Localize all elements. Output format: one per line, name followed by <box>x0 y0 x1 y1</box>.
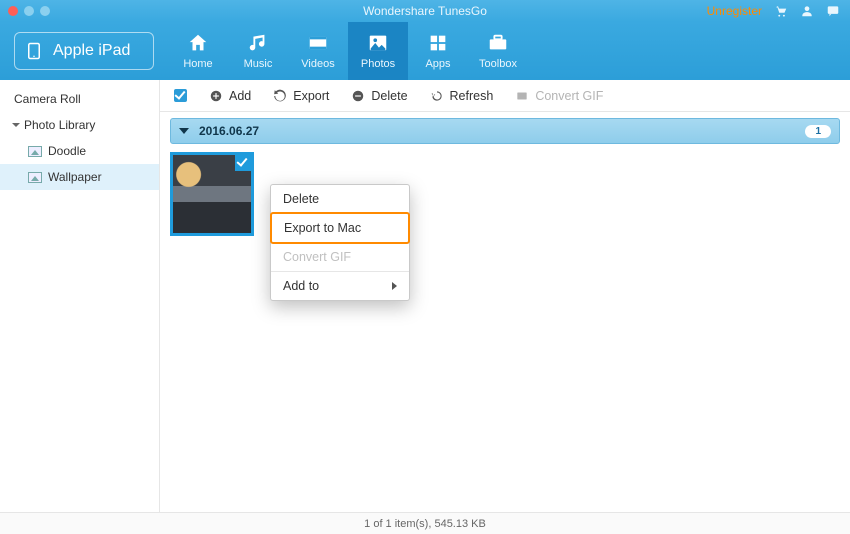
maximize-icon[interactable] <box>40 6 50 16</box>
export-button[interactable]: Export <box>273 89 329 103</box>
main-panel: Add Export Delete Refresh Convert GIF 20… <box>160 80 850 512</box>
refresh-button[interactable]: Refresh <box>430 89 494 103</box>
add-button[interactable]: Add <box>209 89 251 103</box>
sidebar-item-label: Photo Library <box>24 118 95 132</box>
sidebar-item-wallpaper[interactable]: Wallpaper <box>0 164 159 190</box>
select-all-checkbox[interactable] <box>174 89 187 102</box>
tab-toolbox[interactable]: Toolbox <box>468 22 528 80</box>
tab-apps[interactable]: Apps <box>408 22 468 80</box>
chevron-right-icon <box>392 282 397 290</box>
sidebar: Camera Roll Photo Library Doodle Wallpap… <box>0 80 160 512</box>
menu-label: Delete <box>283 192 319 206</box>
menu-export-to-mac[interactable]: Export to Mac <box>270 212 410 244</box>
user-icon[interactable] <box>800 4 814 18</box>
tab-music[interactable]: Music <box>228 22 288 80</box>
menu-add-to[interactable]: Add to <box>271 272 409 300</box>
close-icon[interactable] <box>8 6 18 16</box>
menu-convert-gif: Convert GIF <box>271 243 409 271</box>
sidebar-item-label: Camera Roll <box>14 92 81 106</box>
delete-button[interactable]: Delete <box>351 89 407 103</box>
chevron-down-icon <box>179 128 189 134</box>
tab-label: Toolbox <box>479 58 517 70</box>
refresh-icon <box>430 89 444 103</box>
app-title: Wondershare TunesGo <box>363 4 487 18</box>
group-count-badge: 1 <box>805 125 831 138</box>
tab-label: Photos <box>361 58 395 70</box>
tab-videos[interactable]: Videos <box>288 22 348 80</box>
main-tabs: Home Music Videos Photos Apps Toolbox <box>168 22 528 80</box>
tab-label: Home <box>183 58 212 70</box>
convert-gif-button: Convert GIF <box>515 89 603 103</box>
menu-delete[interactable]: Delete <box>271 185 409 213</box>
device-selector[interactable]: Apple iPad <box>14 32 154 70</box>
videos-icon <box>307 32 329 54</box>
minimize-icon[interactable] <box>24 6 34 16</box>
sidebar-item-photo-library[interactable]: Photo Library <box>0 112 159 138</box>
toolbox-icon <box>487 32 509 54</box>
button-label: Refresh <box>450 89 494 103</box>
chevron-down-icon <box>12 123 20 127</box>
plus-icon <box>209 89 223 103</box>
menu-label: Convert GIF <box>283 250 351 264</box>
window-controls <box>8 6 50 16</box>
device-name: Apple iPad <box>53 42 130 60</box>
photo-grid: Delete Export to Mac Convert GIF Add to <box>160 152 850 512</box>
sidebar-item-doodle[interactable]: Doodle <box>0 138 159 164</box>
feedback-icon[interactable] <box>826 4 840 18</box>
tab-photos[interactable]: Photos <box>348 22 408 80</box>
header: Apple iPad Home Music Videos Photos Apps… <box>0 22 850 80</box>
button-label: Convert GIF <box>535 89 603 103</box>
titlebar: Wondershare TunesGo Unregister <box>0 0 850 22</box>
menu-label: Export to Mac <box>284 221 361 235</box>
toolbar: Add Export Delete Refresh Convert GIF <box>160 80 850 112</box>
status-bar: 1 of 1 item(s), 545.13 KB <box>0 512 850 534</box>
button-label: Delete <box>371 89 407 103</box>
unregister-link[interactable]: Unregister <box>707 4 762 18</box>
export-icon <box>273 89 287 103</box>
apps-icon <box>427 32 449 54</box>
selected-check-icon[interactable] <box>235 155 251 171</box>
menu-label: Add to <box>283 279 319 293</box>
home-icon <box>187 32 209 54</box>
album-icon <box>28 146 42 157</box>
status-text: 1 of 1 item(s), 545.13 KB <box>364 518 486 530</box>
sidebar-item-label: Wallpaper <box>48 170 102 184</box>
photos-icon <box>367 32 389 54</box>
tab-home[interactable]: Home <box>168 22 228 80</box>
tab-label: Apps <box>425 58 450 70</box>
button-label: Export <box>293 89 329 103</box>
minus-icon <box>351 89 365 103</box>
sidebar-item-label: Doodle <box>48 144 86 158</box>
group-date: 2016.06.27 <box>199 124 259 138</box>
cart-icon[interactable] <box>774 4 788 18</box>
button-label: Add <box>229 89 251 103</box>
ipad-icon <box>25 40 43 62</box>
date-group-header[interactable]: 2016.06.27 1 <box>170 118 840 144</box>
tab-label: Videos <box>301 58 334 70</box>
photo-thumbnail[interactable] <box>170 152 254 236</box>
tab-label: Music <box>244 58 273 70</box>
album-icon <box>28 172 42 183</box>
gif-icon <box>515 89 529 103</box>
context-menu: Delete Export to Mac Convert GIF Add to <box>270 184 410 301</box>
music-icon <box>247 32 269 54</box>
sidebar-item-camera-roll[interactable]: Camera Roll <box>0 86 159 112</box>
